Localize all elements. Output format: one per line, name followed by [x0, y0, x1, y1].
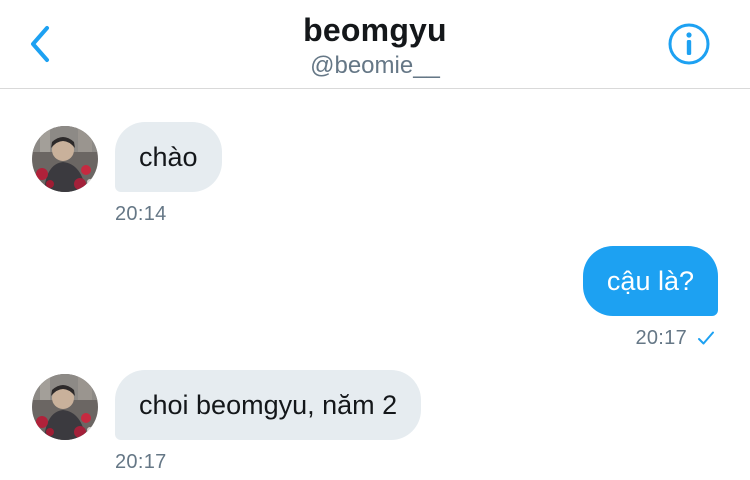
- message-bubble[interactable]: chào: [115, 122, 222, 192]
- conversation-header: beomgyu @beomie__: [0, 0, 750, 89]
- message-text: cậu là?: [606, 265, 694, 296]
- avatar[interactable]: [32, 126, 98, 192]
- message-timestamp: 20:17: [115, 451, 167, 473]
- info-button[interactable]: [665, 20, 713, 68]
- message-text: choi beomgyu, năm 2: [139, 389, 398, 420]
- conversation-title[interactable]: beomgyu: [0, 12, 750, 49]
- info-circle-icon: [668, 23, 710, 65]
- message-text: chào: [139, 141, 198, 172]
- checkmark-icon: [698, 331, 714, 345]
- message-timestamp: 20:14: [115, 203, 167, 225]
- message-timestamp: 20:17: [635, 327, 687, 349]
- user-handle: @beomie__: [310, 52, 440, 79]
- message-bubble[interactable]: choi beomgyu, năm 2: [115, 370, 422, 440]
- avatar[interactable]: [32, 374, 98, 440]
- message-bubble[interactable]: cậu là?: [582, 246, 718, 316]
